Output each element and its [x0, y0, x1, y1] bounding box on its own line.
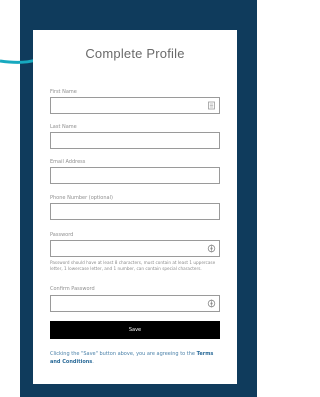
last-name-field[interactable] — [50, 132, 220, 149]
profile-card: Complete Profile First Name Last Name Em… — [33, 30, 237, 384]
confirm-password-field[interactable] — [50, 295, 220, 312]
save-button[interactable]: Save — [50, 321, 220, 339]
phone-number-field[interactable] — [50, 203, 220, 220]
first-name-label: First Name — [50, 89, 77, 95]
email-address-label: Email Address — [50, 159, 86, 165]
page-title: Complete Profile — [85, 46, 185, 61]
contact-card-icon[interactable] — [207, 101, 216, 110]
phone-number-label: Phone Number (optional) — [50, 195, 113, 201]
password-field[interactable] — [50, 240, 220, 257]
confirm-password-label: Confirm Password — [50, 286, 95, 292]
last-name-label: Last Name — [50, 124, 77, 130]
password-hint: Password should have at least 8 characte… — [50, 260, 216, 271]
eye-icon[interactable] — [207, 244, 216, 253]
first-name-field[interactable] — [50, 97, 220, 114]
terms-agreement: Clicking the "Save" button above, you ar… — [50, 350, 222, 366]
email-address-field[interactable] — [50, 167, 220, 184]
agreement-text: Clicking the "Save" button above, you ar… — [50, 351, 197, 357]
eye-icon[interactable] — [207, 299, 216, 308]
agreement-suffix: . — [92, 359, 94, 365]
password-label: Password — [50, 232, 74, 238]
